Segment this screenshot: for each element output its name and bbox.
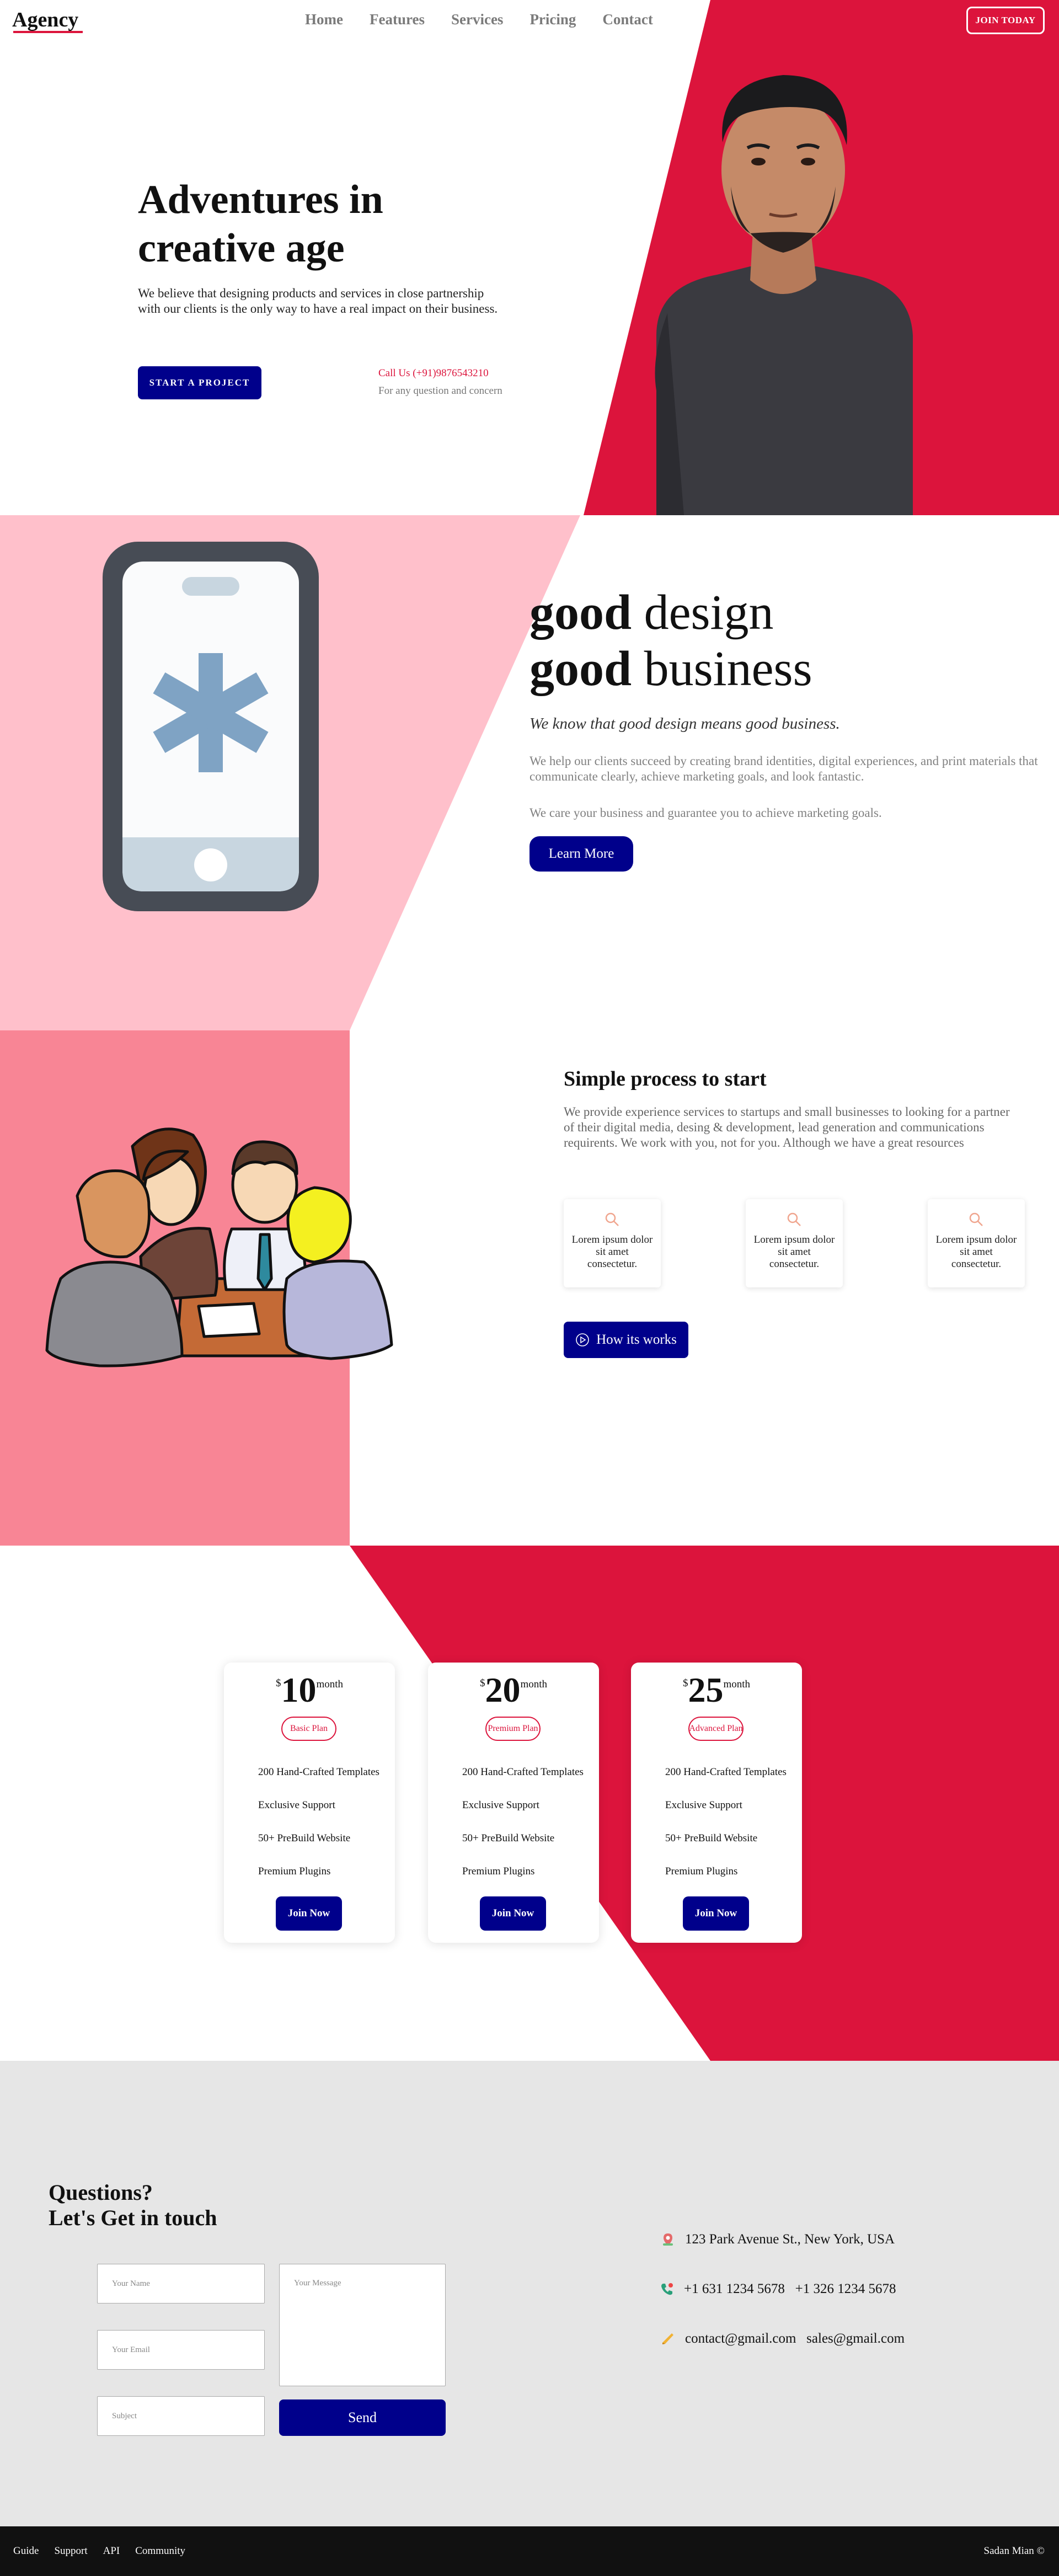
- plan-feature: Premium Plugins: [665, 1866, 738, 1877]
- plan-feature: Exclusive Support: [665, 1799, 742, 1811]
- plan-badge: Basic Plan: [281, 1717, 336, 1741]
- process-card-text: Lorem ipsum dolor sit amet consectetur.: [935, 1234, 1017, 1270]
- plan-feature: 200 Hand-Crafted Templates: [665, 1766, 787, 1778]
- process-section: Simple process to start We provide exper…: [0, 1030, 1059, 1546]
- join-now-button[interactable]: Join Now: [683, 1896, 749, 1931]
- learn-more-button[interactable]: Learn More: [530, 836, 633, 872]
- plan-feature: Premium Plugins: [258, 1866, 331, 1877]
- hero-section: Agency Home Features Services Pricing Co…: [0, 0, 1059, 515]
- pricing-section: $10month Basic Plan 200 Hand-Crafted Tem…: [0, 1546, 1059, 2061]
- message-textarea[interactable]: Your Message: [279, 2264, 446, 2386]
- contact-section: Questions? Let's Get in touch Your Name …: [0, 2061, 1059, 2526]
- contact-title-line-1: Questions?: [49, 2180, 153, 2205]
- how-it-works-label: How its works: [596, 1332, 677, 1347]
- plan-badge: Advanced Plan: [688, 1717, 744, 1741]
- pricing-card-premium: $20month Premium Plan 200 Hand-Crafted T…: [428, 1663, 599, 1943]
- plan-feature: 50+ PreBuild Website: [665, 1832, 758, 1844]
- location-icon: [663, 2233, 673, 2246]
- nav-contact[interactable]: Contact: [602, 11, 652, 28]
- join-now-button[interactable]: Join Now: [480, 1896, 546, 1931]
- price-period: month: [723, 1679, 751, 1690]
- price: $20month: [428, 1672, 599, 1708]
- price-amount: 10: [281, 1670, 317, 1709]
- price-period: month: [520, 1679, 548, 1690]
- design-heading: good design good business: [530, 585, 812, 697]
- design-heading-text-2: business: [632, 642, 812, 696]
- plan-badge: Premium Plan: [485, 1717, 541, 1741]
- phone-icon: [661, 2283, 673, 2295]
- process-title: Simple process to start: [564, 1067, 767, 1091]
- send-button[interactable]: Send: [279, 2399, 446, 2436]
- price: $10month: [224, 1672, 395, 1708]
- design-heading-bold-1: good: [530, 585, 632, 640]
- price-amount: 25: [688, 1670, 724, 1709]
- hero-description: We believe that designing products and s…: [138, 286, 498, 316]
- phone-numbers: +1 631 1234 5678 +1 326 1234 5678: [684, 2281, 896, 2296]
- email-row: contact@gmail.com sales@gmail.com: [661, 2331, 905, 2347]
- design-paragraph-1: We help our clients succeed by creating …: [530, 754, 1038, 783]
- email-icon: [662, 2333, 673, 2344]
- person-photo: [655, 75, 913, 515]
- plan-feature: Exclusive Support: [258, 1799, 335, 1811]
- process-card: Lorem ipsum dolor sit amet consectetur.: [564, 1199, 661, 1287]
- plan-feature: 50+ PreBuild Website: [462, 1832, 555, 1844]
- footer-link-support[interactable]: Support: [54, 2545, 87, 2557]
- plan-feature: 200 Hand-Crafted Templates: [258, 1766, 379, 1778]
- contact-title-line-2: Let's Get in touch: [49, 2205, 217, 2230]
- hero-title: Adventures in creative age: [138, 177, 383, 271]
- name-input[interactable]: Your Name: [97, 2264, 265, 2304]
- nav-features[interactable]: Features: [370, 11, 425, 28]
- start-project-button[interactable]: START A PROJECT: [138, 366, 261, 399]
- join-now-button[interactable]: Join Now: [276, 1896, 342, 1931]
- contact-title: Questions? Let's Get in touch: [49, 2180, 217, 2231]
- process-card-text: Lorem ipsum dolor sit amet consectetur.: [571, 1234, 653, 1270]
- subject-input[interactable]: Subject: [97, 2396, 265, 2436]
- address-row: 123 Park Avenue St., New York, USA: [661, 2232, 895, 2247]
- play-icon: [576, 1333, 589, 1346]
- address-text: 123 Park Avenue St., New York, USA: [685, 2232, 895, 2247]
- team-illustration: [45, 1127, 393, 1367]
- phone-illustration: [103, 542, 319, 911]
- footer-link-guide[interactable]: Guide: [13, 2545, 39, 2557]
- search-icon: [605, 1212, 619, 1226]
- plan-feature: Exclusive Support: [462, 1799, 539, 1811]
- how-it-works-button[interactable]: How its works: [564, 1322, 688, 1358]
- design-subtitle: We know that good design means good busi…: [530, 715, 840, 733]
- footer-links: Guide Support API Community: [13, 2545, 185, 2557]
- logo-underline: [13, 31, 83, 33]
- phone-row: +1 631 1234 5678 +1 326 1234 5678: [660, 2281, 896, 2297]
- price: $25month: [631, 1672, 802, 1708]
- search-icon: [787, 1212, 801, 1226]
- design-section: good design good business We know that g…: [0, 515, 1059, 1030]
- footer: Guide Support API Community Sadan Mian ©: [0, 2526, 1059, 2576]
- process-card: Lorem ipsum dolor sit amet consectetur.: [928, 1199, 1025, 1287]
- footer-link-community[interactable]: Community: [135, 2545, 185, 2557]
- main-nav: Home Features Services Pricing Contact: [305, 11, 653, 28]
- footer-link-api[interactable]: API: [103, 2545, 120, 2557]
- price-period: month: [316, 1679, 344, 1690]
- price-amount: 20: [485, 1670, 521, 1709]
- nav-services[interactable]: Services: [451, 11, 503, 28]
- site-logo[interactable]: Agency: [12, 8, 78, 32]
- process-card: Lorem ipsum dolor sit amet consectetur.: [746, 1199, 843, 1287]
- plan-feature: 200 Hand-Crafted Templates: [462, 1766, 584, 1778]
- pricing-card-advanced: $25month Advanced Plan 200 Hand-Crafted …: [631, 1663, 802, 1943]
- plan-feature: 50+ PreBuild Website: [258, 1832, 351, 1844]
- plan-feature: Premium Plugins: [462, 1866, 535, 1877]
- process-description: We provide experience services to startu…: [564, 1105, 1010, 1150]
- pricing-card-basic: $10month Basic Plan 200 Hand-Crafted Tem…: [224, 1663, 395, 1943]
- nav-pricing[interactable]: Pricing: [530, 11, 576, 28]
- design-heading-bold-2: good: [530, 642, 632, 696]
- call-us-link[interactable]: Call Us (+91)9876543210: [378, 367, 489, 380]
- call-subtext: For any question and concern: [378, 385, 502, 397]
- email-input[interactable]: Your Email: [97, 2330, 265, 2370]
- join-today-button[interactable]: JOIN TODAY: [966, 7, 1045, 34]
- design-paragraph-2: We care your business and guarantee you …: [530, 806, 882, 820]
- design-heading-text-1: design: [632, 585, 774, 640]
- nav-home[interactable]: Home: [305, 11, 343, 28]
- search-icon: [969, 1212, 983, 1226]
- copyright: Sadan Mian ©: [983, 2545, 1045, 2557]
- email-addresses: contact@gmail.com sales@gmail.com: [685, 2331, 905, 2346]
- process-card-text: Lorem ipsum dolor sit amet consectetur.: [753, 1234, 835, 1270]
